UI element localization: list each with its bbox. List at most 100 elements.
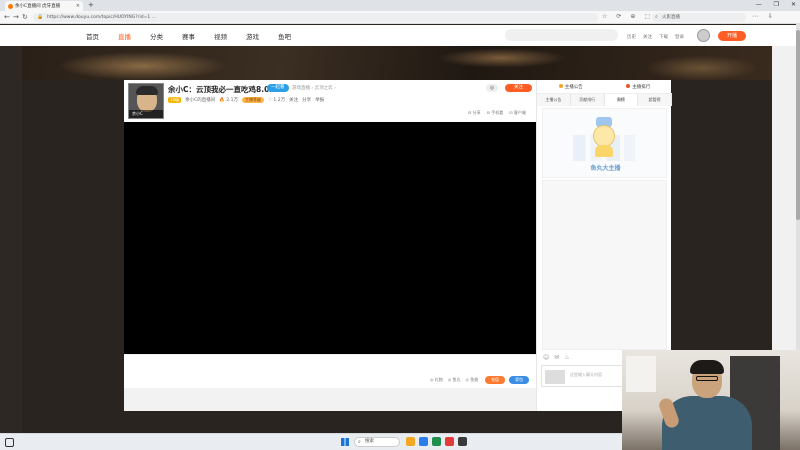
taskbar-app-icon[interactable] [419, 437, 428, 446]
nav-item-category[interactable]: 分类 [150, 31, 163, 41]
os-taskbar: ⌕ 搜索 [0, 433, 622, 450]
ranking-link[interactable]: 主播排行 [626, 83, 651, 90]
search-icon: ⌕ [655, 14, 658, 20]
site-search-input[interactable] [505, 29, 618, 41]
ranking-icon [626, 83, 631, 88]
backpack-button[interactable]: 背包 [509, 376, 529, 384]
fishball-action[interactable]: ◎ 鱼丸 [448, 377, 461, 383]
tab-contribution[interactable]: 贡献排行 [571, 94, 605, 106]
client-action[interactable]: ⊟ 客户端 [509, 110, 526, 116]
site-links: 历史 关注 下载 登录 [627, 34, 684, 40]
nav-item-live[interactable]: 直播 [118, 31, 131, 41]
browser-search-input[interactable]: ⌕ 火影直播 [652, 13, 746, 22]
gift-actions: ◎ 礼物 ◎ 鱼丸 ◎ 鱼翅 [430, 377, 478, 383]
mascot-head [593, 125, 615, 147]
menu-icon[interactable]: ⋯ [752, 13, 758, 20]
chat-messages[interactable] [542, 180, 667, 350]
share-action[interactable]: ⊟ 分享 [468, 110, 481, 116]
announcement-link[interactable]: 主播公告 [558, 83, 583, 90]
scrollbar-thumb[interactable] [796, 30, 800, 220]
taskbar-app-icon[interactable] [406, 437, 415, 446]
gift-action[interactable]: ◎ 礼物 [430, 377, 443, 383]
tab-announcement[interactable]: 主播公告 [537, 94, 571, 106]
nav-item-home[interactable]: 首页 [86, 31, 99, 41]
ranking-label: 主播排行 [632, 84, 651, 90]
tab-weekly[interactable]: 周榜 [604, 94, 639, 106]
go-live-button[interactable]: 开播 [718, 31, 746, 41]
login-link[interactable]: 登录 [675, 34, 684, 40]
chat-tools: ☺ ✉ ♨ [543, 354, 570, 361]
url-text: https://www.douyu.com/topic/HUOYING?rid=… [47, 15, 156, 20]
follow-button[interactable]: 关注 [505, 84, 532, 92]
banner-background [22, 46, 772, 80]
streamer-avatar[interactable]: 余小C [128, 83, 164, 119]
chat-input-placeholder: 这里输入聊天内容 [570, 372, 602, 377]
tab-admin[interactable]: 超管榜 [638, 94, 672, 106]
video-player[interactable] [124, 122, 536, 354]
room-category[interactable]: 游戏直播 › 云顶之弈 › [292, 85, 336, 91]
reload-icon[interactable]: ↻ [22, 13, 28, 21]
streamer-hair [136, 86, 158, 95]
tab-title: 余小C直播间 虎牙直播 [15, 4, 61, 9]
fire-icon[interactable]: ♨ [564, 354, 569, 361]
toolbar-icons: ☆ ⟳ ⊕ ⬚ [602, 13, 650, 20]
hot-value: 🔥 2.1万 [219, 98, 238, 103]
nav-item-games[interactable]: 游戏 [246, 31, 259, 41]
taskbar-app-icon[interactable] [432, 437, 441, 446]
room-tag[interactable]: 一起看 [267, 84, 289, 92]
forward-icon[interactable]: → [13, 13, 19, 21]
taskbar-apps [406, 437, 467, 446]
emoji-icon[interactable]: ☺ [543, 354, 549, 361]
lock-icon: 🔒 [37, 14, 44, 20]
taskbar-app-icon[interactable] [458, 437, 467, 446]
browser-tab[interactable]: 余小C直播间 虎牙直播 × [5, 1, 83, 11]
report-link[interactable]: 举报 [315, 97, 324, 103]
share-link[interactable]: 分享 [302, 97, 311, 103]
close-tab-icon[interactable]: × [76, 3, 80, 9]
webcam-person-glasses [696, 376, 718, 381]
taskbar-app-icon[interactable] [445, 437, 454, 446]
favorite-icon[interactable]: ☆ [602, 13, 607, 20]
collections-icon[interactable]: ⬚ [644, 13, 650, 20]
taskbar-search-label: 搜索 [365, 439, 374, 444]
download-link[interactable]: 下载 [659, 34, 668, 40]
start-icon[interactable] [341, 438, 349, 446]
refresh-icon[interactable]: ⟳ [616, 13, 621, 20]
nav-item-forum[interactable]: 鱼吧 [278, 31, 291, 41]
left-margin [0, 46, 22, 433]
taskbar-search-icon: ⌕ [358, 439, 361, 445]
minimize-button[interactable]: — [756, 0, 762, 10]
site-header: 首页 直播 分类 赛事 视频 游戏 鱼吧 历史 关注 下载 登录 开播 [0, 25, 800, 46]
mobile-action[interactable]: ⊟ 手机看 [487, 110, 504, 116]
history-link[interactable]: 历史 [627, 34, 636, 40]
mascot-caption: 鱼丸大主播 [590, 165, 621, 172]
new-tab-button[interactable]: + [88, 1, 94, 9]
back-icon[interactable]: ← [4, 13, 10, 21]
fin-action[interactable]: ◎ 鱼翅 [466, 377, 479, 383]
message-icon[interactable]: ✉ [554, 354, 559, 361]
settings-icon[interactable]: ◎ [486, 84, 498, 92]
follower-count: ♡ 1.2万 [267, 98, 286, 103]
extension-icon[interactable]: ⊕ [630, 13, 635, 20]
nav-item-events[interactable]: 赛事 [182, 31, 195, 41]
address-bar[interactable]: 🔒 https://www.douyu.com/topic/HUOYING?ri… [33, 13, 598, 22]
follow-link[interactable]: 关注 [643, 34, 652, 40]
close-window-button[interactable]: ✕ [791, 0, 796, 10]
recharge-button[interactable]: 充值 [485, 376, 505, 384]
taskbar-search[interactable]: ⌕ 搜索 [354, 437, 400, 447]
user-avatar[interactable] [697, 29, 710, 42]
fan-badge: 10级 [168, 97, 182, 103]
download-icon[interactable]: ⇩ [768, 13, 773, 20]
maximize-button[interactable]: ❐ [774, 0, 779, 10]
streamer-avatar-tag: 余小C [129, 110, 163, 118]
streamer-nickname[interactable]: 余小C的直播间 [185, 97, 215, 103]
webcam-person-hair [690, 360, 724, 374]
site-nav: 首页 直播 分类 赛事 视频 游戏 鱼吧 [86, 31, 310, 41]
browser-search-text: 火影直播 [662, 15, 680, 20]
window-controls: — ❐ ✕ [756, 0, 796, 10]
nav-item-video[interactable]: 视频 [214, 31, 227, 41]
image-upload-icon[interactable] [545, 370, 565, 384]
browser-right-icons: ⋯ ⇩ [752, 13, 773, 20]
room-title: 余小C：云顶我必一直吃鸡8.01 [168, 85, 275, 94]
widgets-icon[interactable] [5, 438, 14, 447]
